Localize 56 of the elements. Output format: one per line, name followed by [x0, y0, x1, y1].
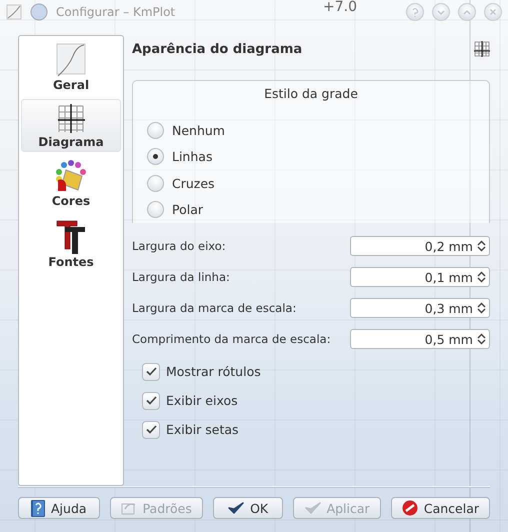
- sidebar-item[interactable]: Fontes: [21, 215, 121, 272]
- checkmark-icon: [146, 425, 156, 434]
- radio-option[interactable]: Polar: [133, 196, 489, 223]
- field-label: Largura da linha:: [132, 270, 230, 284]
- checkbox[interactable]: [142, 420, 160, 438]
- app-icon: [6, 4, 22, 20]
- help-book-icon: [31, 500, 45, 516]
- group-title: Estilo da grade: [264, 86, 358, 101]
- letters-icon: [55, 219, 87, 255]
- page-title: Aparência do diagrama: [132, 42, 302, 56]
- cancel-button[interactable]: Cancelar: [390, 497, 490, 519]
- spin-arrows-icon: [477, 240, 486, 252]
- restore-icon: [120, 501, 137, 515]
- checkbox[interactable]: [142, 392, 160, 410]
- checkmark-icon: [304, 502, 321, 514]
- paint-bucket-icon: [54, 160, 88, 194]
- checkmark-icon: [146, 367, 156, 376]
- ok-button[interactable]: OK: [212, 497, 284, 519]
- checkmark-icon: [228, 502, 244, 514]
- maximize-button[interactable]: [458, 3, 476, 21]
- spin-arrows-icon: [477, 271, 486, 283]
- field-label: Comprimento da marca de escala:: [132, 332, 331, 346]
- spin-arrows-icon: [477, 333, 486, 345]
- grid-icon: [56, 103, 86, 135]
- spin-box[interactable]: 0,2 mm: [350, 236, 490, 256]
- window-title: Configurar – KmPlot: [56, 5, 176, 19]
- checkbox-option[interactable]: Mostrar rótulos: [142, 360, 490, 383]
- axis-label: +7.0: [323, 0, 357, 14]
- checkbox[interactable]: [142, 362, 160, 380]
- radio-button[interactable]: [147, 122, 164, 139]
- close-button[interactable]: [484, 3, 502, 21]
- sidebar-item[interactable]: Cores: [21, 156, 121, 211]
- grid-icon: [474, 41, 490, 57]
- checkbox-option[interactable]: Exibir setas: [142, 418, 490, 441]
- radio-option[interactable]: Linhas: [133, 144, 489, 170]
- globe-icon: [30, 3, 48, 21]
- field-label: Largura da marca de escala:: [132, 301, 296, 315]
- checkmark-icon: [146, 396, 156, 405]
- radio-button[interactable]: [147, 174, 164, 192]
- radio-option[interactable]: Nenhum: [133, 117, 489, 144]
- field-label: Largura do eixo:: [132, 239, 226, 253]
- minimize-button[interactable]: [432, 3, 450, 21]
- radio-button[interactable]: [147, 148, 164, 166]
- help-button[interactable]: Ajuda: [18, 497, 100, 519]
- help-button[interactable]: [406, 3, 424, 21]
- radio-option[interactable]: Cruzes: [133, 170, 489, 196]
- checkbox-option[interactable]: Exibir eixos: [142, 389, 490, 412]
- spin-box[interactable]: 0,1 mm: [350, 267, 490, 287]
- radio-button[interactable]: [147, 201, 164, 218]
- spin-arrows-icon: [477, 302, 486, 314]
- sidebar-item[interactable]: Geral: [21, 38, 121, 95]
- spin-box[interactable]: 0,5 mm: [350, 329, 490, 349]
- cancel-icon: [402, 500, 418, 516]
- spin-box[interactable]: 0,3 mm: [350, 298, 490, 318]
- sidebar-item[interactable]: Diagrama: [21, 99, 121, 152]
- plot-icon: [55, 42, 87, 78]
